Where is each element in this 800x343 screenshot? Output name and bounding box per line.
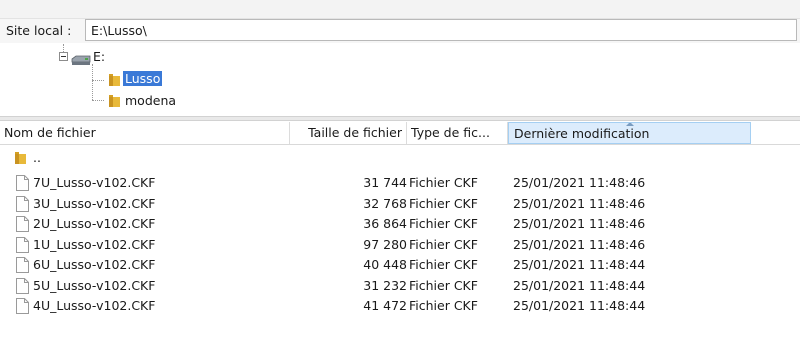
file-modified: 25/01/2021 11:48:46 (513, 216, 646, 231)
drive-label[interactable]: E: (93, 49, 105, 64)
file-icon (16, 216, 29, 232)
local-site-bar: Site local : (0, 19, 800, 43)
local-path-input[interactable] (85, 19, 797, 41)
file-icon (16, 195, 29, 212)
site-label: Site local : (6, 23, 72, 38)
file-type: Fichier CKF (409, 257, 478, 272)
sort-ascending-icon (625, 123, 634, 126)
pane-splitter[interactable] (0, 116, 800, 121)
tree-connector (92, 64, 93, 100)
file-type: Fichier CKF (409, 216, 478, 231)
column-header-type[interactable]: Type de fic... (407, 122, 508, 144)
directory-tree: E: Lusso modena (0, 44, 800, 114)
column-header-modified[interactable]: Dernière modification (508, 122, 751, 144)
file-type: Fichier CKF (409, 236, 478, 252)
file-name: 1U_Lusso-v102.CKF (33, 236, 156, 252)
file-type: Fichier CKF (409, 175, 478, 190)
file-size: 32 768 (363, 195, 407, 211)
file-type: Fichier CKF (409, 298, 478, 313)
file-name: 5U_Lusso-v102.CKF (33, 277, 156, 293)
file-name: 6U_Lusso-v102.CKF (33, 257, 156, 272)
file-icon (16, 236, 29, 253)
file-modified: 25/01/2021 11:48:44 (513, 257, 646, 272)
tree-connector (63, 44, 64, 52)
file-type: Fichier CKF (409, 277, 478, 293)
file-row[interactable]: 4U_Lusso-v102.CKF 41 472 Fichier CKF 25/01/… (0, 296, 800, 316)
tree-connector (92, 100, 104, 101)
file-size: 31 232 (363, 277, 407, 293)
tree-connector (92, 80, 104, 81)
file-name: 4U_Lusso-v102.CKF (33, 298, 156, 313)
file-size: 97 280 (363, 236, 407, 252)
file-row[interactable]: 2U_Lusso-v102.CKF 36 864 Fichier CKF 25/01/… (0, 214, 800, 234)
parent-folder-row[interactable]: .. (0, 148, 800, 168)
parent-folder-label: .. (33, 150, 41, 165)
file-icon (16, 298, 29, 314)
file-icon (16, 277, 29, 294)
file-row[interactable]: 5U_Lusso-v102.CKF 31 232 Fichier CKF 25/01/… (0, 276, 800, 296)
folder-up-icon (15, 152, 26, 164)
collapse-toggle-icon[interactable] (59, 52, 68, 61)
file-size: 41 472 (363, 298, 407, 313)
file-size: 31 744 (363, 175, 407, 190)
folder-icon (109, 74, 120, 86)
top-toolbar-strip (0, 0, 800, 19)
tree-folder-modena[interactable]: modena (125, 93, 176, 108)
file-size: 40 448 (363, 257, 407, 272)
file-modified: 25/01/2021 11:48:46 (513, 236, 646, 252)
file-modified: 25/01/2021 11:48:46 (513, 195, 646, 211)
file-row[interactable]: 3U_Lusso-v102.CKF 32 768 Fichier CKF 25/01/… (0, 194, 800, 214)
column-header-modified-label: Dernière modification (514, 126, 650, 141)
file-modified: 25/01/2021 11:48:46 (513, 175, 646, 190)
file-list-header: Nom de fichier Taille de fichier Type de… (0, 122, 800, 145)
file-row[interactable]: 7U_Lusso-v102.CKF 31 744 Fichier CKF 25/01/… (0, 173, 800, 193)
file-type: Fichier CKF (409, 195, 478, 211)
file-name: 7U_Lusso-v102.CKF (33, 175, 156, 190)
file-icon (16, 175, 29, 191)
file-name: 2U_Lusso-v102.CKF (33, 216, 156, 231)
file-modified: 25/01/2021 11:48:44 (513, 277, 646, 293)
tree-folder-lusso[interactable]: Lusso (123, 71, 163, 86)
file-row[interactable]: 1U_Lusso-v102.CKF 97 280 Fichier CKF 25/01/… (0, 235, 800, 255)
column-header-name[interactable]: Nom de fichier (0, 122, 290, 144)
file-icon (16, 257, 29, 273)
file-modified: 25/01/2021 11:48:44 (513, 298, 646, 313)
file-row[interactable]: 6U_Lusso-v102.CKF 40 448 Fichier CKF 25/01/… (0, 255, 800, 275)
folder-icon (109, 95, 120, 107)
column-header-filler (751, 122, 800, 144)
file-name: 3U_Lusso-v102.CKF (33, 195, 156, 211)
file-size: 36 864 (363, 216, 407, 231)
column-header-size[interactable]: Taille de fichier (290, 122, 407, 144)
drive-icon (71, 55, 91, 65)
